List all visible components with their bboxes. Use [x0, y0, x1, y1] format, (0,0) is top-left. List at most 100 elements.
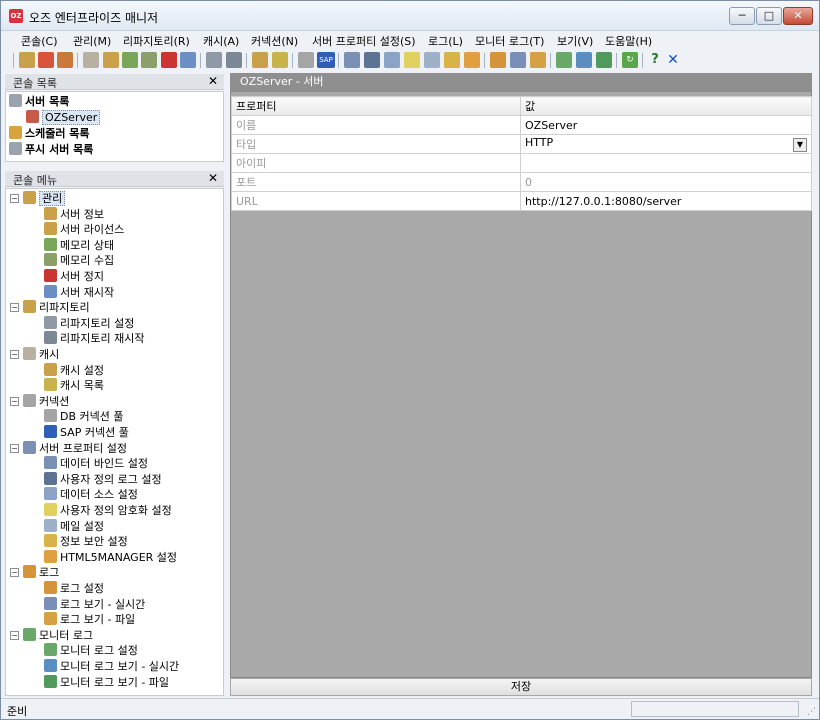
- tree-group-cache[interactable]: 캐시: [23, 347, 59, 363]
- datasource-icon[interactable]: [384, 52, 400, 68]
- close-window-button[interactable]: ✕: [783, 7, 813, 25]
- tree-item[interactable]: 메일 설정: [44, 518, 104, 535]
- tree-item[interactable]: 메모리 수집: [44, 253, 114, 269]
- tree-group-server-property[interactable]: 서버 프로퍼티 설정: [23, 440, 127, 457]
- tree-item[interactable]: 로그 보기 - 파일: [44, 612, 135, 628]
- encryption-icon[interactable]: [404, 52, 420, 68]
- tree-toggle-monitor-log[interactable]: −: [10, 630, 19, 640]
- tree-item[interactable]: SAP 커넥션 풀: [44, 425, 129, 441]
- tree-item[interactable]: 데이터 소스 설정: [44, 487, 138, 503]
- tree-group-repository[interactable]: 리파지토리: [23, 300, 90, 316]
- gc-icon[interactable]: [141, 52, 157, 68]
- server-list-item[interactable]: 서버 목록: [9, 94, 69, 110]
- tree-item[interactable]: 메모리 상태: [44, 237, 114, 254]
- server-stop-icon[interactable]: [161, 52, 177, 68]
- menu-help[interactable]: 도움말(H): [605, 33, 652, 49]
- column-header-property[interactable]: 프로퍼티: [231, 96, 521, 116]
- refresh-icon[interactable]: ↻: [622, 52, 638, 68]
- monitor-config-icon[interactable]: [556, 52, 572, 68]
- tree-item[interactable]: 사용자 정의 암호화 설정: [44, 503, 172, 519]
- html5-manager-icon[interactable]: [464, 52, 480, 68]
- lock-icon[interactable]: [444, 52, 460, 68]
- tree-item[interactable]: HTML5MANAGER 설정: [44, 549, 177, 566]
- menu-repository[interactable]: 리파지토리(R): [123, 33, 190, 49]
- server-info-icon[interactable]: [19, 52, 35, 68]
- tree-item[interactable]: 서버 정보: [44, 206, 104, 223]
- tree-item[interactable]: 리파지토리 재시작: [44, 331, 144, 347]
- menu-server-property[interactable]: 서버 프로퍼티 설정(S): [312, 33, 416, 49]
- menu-view[interactable]: 보기(V): [557, 33, 593, 49]
- tree-item[interactable]: 모니터 로그 보기 - 실시간: [44, 659, 179, 675]
- monitor-file-icon[interactable]: [596, 52, 612, 68]
- memory-state-icon[interactable]: [57, 52, 73, 68]
- menu-console[interactable]: 콘솔(C): [21, 33, 58, 49]
- tree-toggle-connection[interactable]: −: [10, 396, 19, 406]
- ip-value-cell[interactable]: [520, 153, 812, 173]
- tree-toggle-repository[interactable]: −: [10, 303, 19, 313]
- memory-icon[interactable]: [122, 52, 138, 68]
- column-header-value[interactable]: 값: [520, 96, 812, 116]
- tree-item[interactable]: 로그 설정: [44, 581, 104, 597]
- sap-pool-icon[interactable]: SAP: [317, 52, 335, 68]
- tree-group-log[interactable]: 로그: [23, 565, 59, 581]
- tree-toggle-manage[interactable]: −: [10, 194, 19, 203]
- data-bind-icon[interactable]: [344, 52, 360, 68]
- tree-item[interactable]: 데이터 바인드 설정: [44, 456, 148, 472]
- push-server-list-item[interactable]: 푸시 서버 목록: [9, 142, 93, 158]
- tree-group-connection[interactable]: 커넥션: [23, 393, 69, 410]
- menu-manage[interactable]: 관리(M): [73, 33, 111, 49]
- db-pool-icon[interactable]: [298, 52, 314, 68]
- tree-item[interactable]: 캐시 목록: [44, 378, 104, 394]
- cache-config-icon[interactable]: [83, 52, 99, 68]
- tree-item[interactable]: 정보 보안 설정: [44, 534, 128, 550]
- tree-item[interactable]: 서버 정지: [44, 269, 104, 285]
- menu-log[interactable]: 로그(L): [428, 33, 463, 49]
- type-select[interactable]: HTTP ▼: [520, 134, 812, 154]
- tree-group-manage[interactable]: 관리: [23, 191, 66, 207]
- tree-item[interactable]: 서버 라이선스: [44, 222, 124, 238]
- port-value-cell[interactable]: 0: [520, 172, 812, 192]
- tree-item[interactable]: 리파지토리 설정: [44, 315, 134, 332]
- resize-grip-icon[interactable]: ⋰: [807, 707, 816, 717]
- dropdown-arrow-icon[interactable]: ▼: [793, 138, 807, 152]
- save-button[interactable]: 저장: [230, 678, 812, 696]
- repository-restart-icon[interactable]: [226, 52, 242, 68]
- server-license-icon[interactable]: [103, 52, 119, 68]
- close-icon[interactable]: ✕: [665, 52, 681, 68]
- url-value-cell[interactable]: http://127.0.0.1:8080/server: [520, 191, 812, 211]
- tree-group-monitor-log[interactable]: 모니터 로그: [23, 627, 93, 644]
- tree-item[interactable]: DB 커넥션 풀: [44, 409, 124, 425]
- user-log-icon[interactable]: [364, 52, 380, 68]
- tree-item[interactable]: 서버 재시작: [44, 284, 114, 301]
- license-icon[interactable]: [38, 52, 54, 68]
- help-icon[interactable]: ?: [647, 52, 663, 68]
- tree-item[interactable]: 로그 보기 - 실시간: [44, 596, 145, 613]
- menu-item-icon: [44, 206, 57, 220]
- tree-item[interactable]: 모니터 로그 보기 - 파일: [44, 674, 169, 691]
- menu-monitor-log[interactable]: 모니터 로그(T): [475, 33, 544, 49]
- log-realtime-icon[interactable]: [510, 52, 526, 68]
- tree-toggle-log[interactable]: −: [10, 568, 19, 578]
- tree-toggle-server-property[interactable]: −: [10, 443, 19, 453]
- repository-config-icon[interactable]: [206, 52, 222, 68]
- cache-settings-icon[interactable]: [252, 52, 268, 68]
- menu-connection[interactable]: 커넥션(N): [251, 33, 298, 49]
- monitor-realtime-icon[interactable]: [576, 52, 592, 68]
- name-value-cell[interactable]: OZServer: [520, 115, 812, 135]
- console-menu-close-button[interactable]: ✕: [208, 171, 218, 185]
- ozserver-item[interactable]: OZServer: [26, 110, 101, 126]
- scheduler-list-item[interactable]: 스케줄러 목록: [9, 126, 90, 142]
- tree-item[interactable]: 모니터 로그 설정: [44, 643, 138, 659]
- mail-icon[interactable]: [424, 52, 440, 68]
- server-restart-icon[interactable]: [180, 52, 196, 68]
- tree-item[interactable]: 사용자 정의 로그 설정: [44, 471, 162, 488]
- tree-toggle-cache[interactable]: −: [10, 350, 19, 359]
- minimize-button[interactable]: ─: [729, 7, 755, 25]
- cache-list-icon[interactable]: [272, 52, 288, 68]
- console-list-close-button[interactable]: ✕: [208, 74, 218, 88]
- maximize-button[interactable]: □: [756, 7, 782, 25]
- log-config-icon[interactable]: [490, 52, 506, 68]
- menu-cache[interactable]: 캐시(A): [203, 33, 239, 49]
- tree-item[interactable]: 캐시 설정: [44, 362, 104, 379]
- log-file-icon[interactable]: [530, 52, 546, 68]
